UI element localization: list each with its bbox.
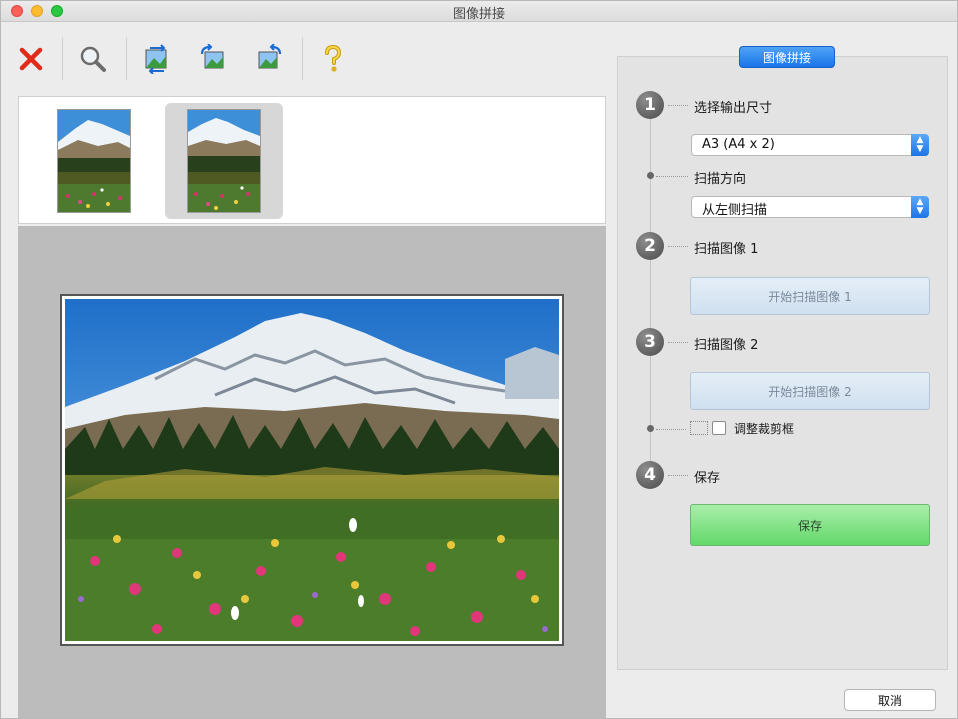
thumbnail-strip <box>18 96 606 224</box>
window-title: 图像拼接 <box>452 7 505 22</box>
crop-frame-icon <box>690 421 708 435</box>
thumbnail-picture <box>57 109 131 213</box>
save-button[interactable]: 保存 <box>690 504 930 546</box>
title-bar: 图像拼接 <box>1 1 957 22</box>
output-size-value: A3 (A4 x 2) <box>702 137 775 152</box>
step-1-badge: 1 <box>636 91 664 119</box>
cancel-button[interactable]: 取消 <box>844 689 936 711</box>
thumbnail-picture <box>187 109 261 213</box>
step-1-label: 选择输出尺寸 <box>694 101 773 116</box>
scan-direction-select[interactable]: 从左侧扫描 ▲ ▼ <box>691 196 929 218</box>
step-3-label: 扫描图像 2 <box>694 338 759 353</box>
thumbnail-image-1[interactable] <box>35 103 153 219</box>
step-3-badge: 3 <box>636 328 664 356</box>
select-arrows-icon: ▲ ▼ <box>911 134 929 156</box>
toolbar <box>8 30 611 92</box>
scan-direction-label: 扫描方向 <box>694 172 747 187</box>
step-connector-line <box>650 114 651 468</box>
step-2-badge: 2 <box>636 232 664 260</box>
step-4-badge: 4 <box>636 461 664 489</box>
sub-step-bullet <box>647 425 654 432</box>
step-2-label: 扫描图像 1 <box>694 242 759 257</box>
step-4-label: 保存 <box>694 471 721 486</box>
start-scan-image-2-button[interactable]: 开始扫描图像 2 <box>690 372 930 410</box>
output-size-select[interactable]: A3 (A4 x 2) ▲ ▼ <box>691 134 929 156</box>
sub-step-bullet <box>647 172 654 179</box>
close-x-icon[interactable] <box>14 42 48 76</box>
scan-direction-value: 从左侧扫描 <box>702 203 768 218</box>
preview-area <box>18 226 606 718</box>
swap-images-icon[interactable] <box>140 42 174 76</box>
select-arrows-icon: ▲ ▼ <box>911 196 929 218</box>
tab-image-stitch[interactable]: 图像拼接 <box>739 46 835 68</box>
adjust-crop-checkbox[interactable] <box>712 421 726 435</box>
start-scan-image-1-button[interactable]: 开始扫描图像 1 <box>690 277 930 315</box>
adjust-crop-label: 调整裁剪框 <box>734 422 795 436</box>
magnifier-icon[interactable] <box>76 42 110 76</box>
rotate-left-icon[interactable] <box>196 42 230 76</box>
rotate-right-icon[interactable] <box>252 42 286 76</box>
thumbnail-image-2[interactable] <box>165 103 283 219</box>
stitched-preview-image <box>60 294 564 646</box>
help-icon[interactable] <box>316 42 350 76</box>
